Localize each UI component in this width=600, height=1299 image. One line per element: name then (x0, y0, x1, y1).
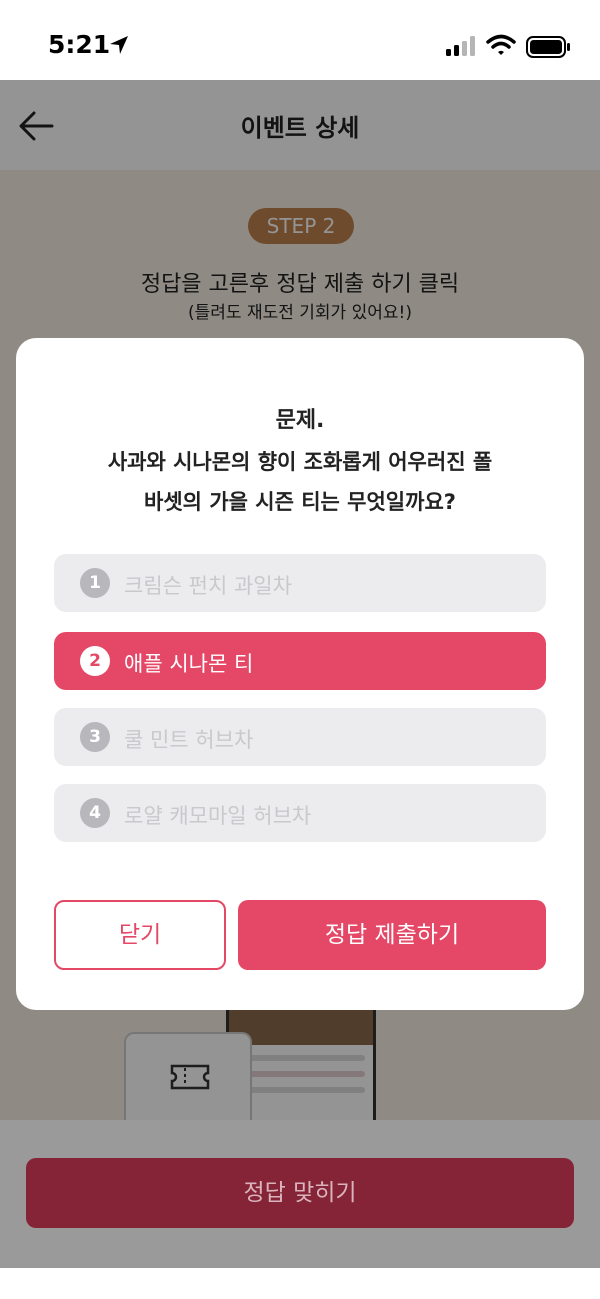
option-label: 쿨 민트 허브차 (124, 728, 254, 752)
bottom-bar: 정답 맞히기 (0, 1120, 600, 1268)
location-arrow-icon (108, 34, 130, 60)
battery-icon (526, 36, 572, 62)
close-button[interactable]: 닫기 (54, 900, 226, 970)
option-label: 로얄 캐모마일 허브차 (124, 804, 312, 828)
option-number: 4 (80, 798, 110, 828)
option-1[interactable]: 1 크림슨 펀치 과일차 (54, 554, 546, 612)
question-title: 문제. (275, 408, 325, 433)
answer-button[interactable]: 정답 맞히기 (26, 1158, 574, 1228)
option-number: 3 (80, 722, 110, 752)
option-4[interactable]: 4 로얄 캐모마일 허브차 (54, 784, 546, 842)
status-time: 5:21 (48, 30, 111, 59)
submit-answer-button[interactable]: 정답 제출하기 (238, 900, 546, 970)
option-3[interactable]: 3 쿨 민트 허브차 (54, 708, 546, 766)
option-label: 크림슨 펀치 과일차 (124, 574, 292, 598)
question-line: 바셋의 가을 시즌 티는 무엇일까요? (144, 490, 456, 514)
home-indicator-area (0, 1268, 600, 1299)
wifi-icon (486, 34, 516, 60)
quiz-modal: 문제. 사과와 시나몬의 향이 조화롭게 어우러진 폴 바셋의 가을 시즌 티는… (16, 338, 584, 1010)
question-line: 사과와 시나몬의 향이 조화롭게 어우러진 폴 (107, 450, 493, 474)
option-label: 애플 시나몬 티 (124, 652, 254, 676)
option-number: 1 (80, 568, 110, 598)
option-number: 2 (80, 646, 110, 676)
question-text: 사과와 시나몬의 향이 조화롭게 어우러진 폴 바셋의 가을 시즌 티는 무엇일… (46, 442, 554, 522)
status-bar: 5:21 (0, 0, 600, 80)
option-2[interactable]: 2 애플 시나몬 티 (54, 632, 546, 690)
cellular-signal-icon (446, 36, 478, 60)
